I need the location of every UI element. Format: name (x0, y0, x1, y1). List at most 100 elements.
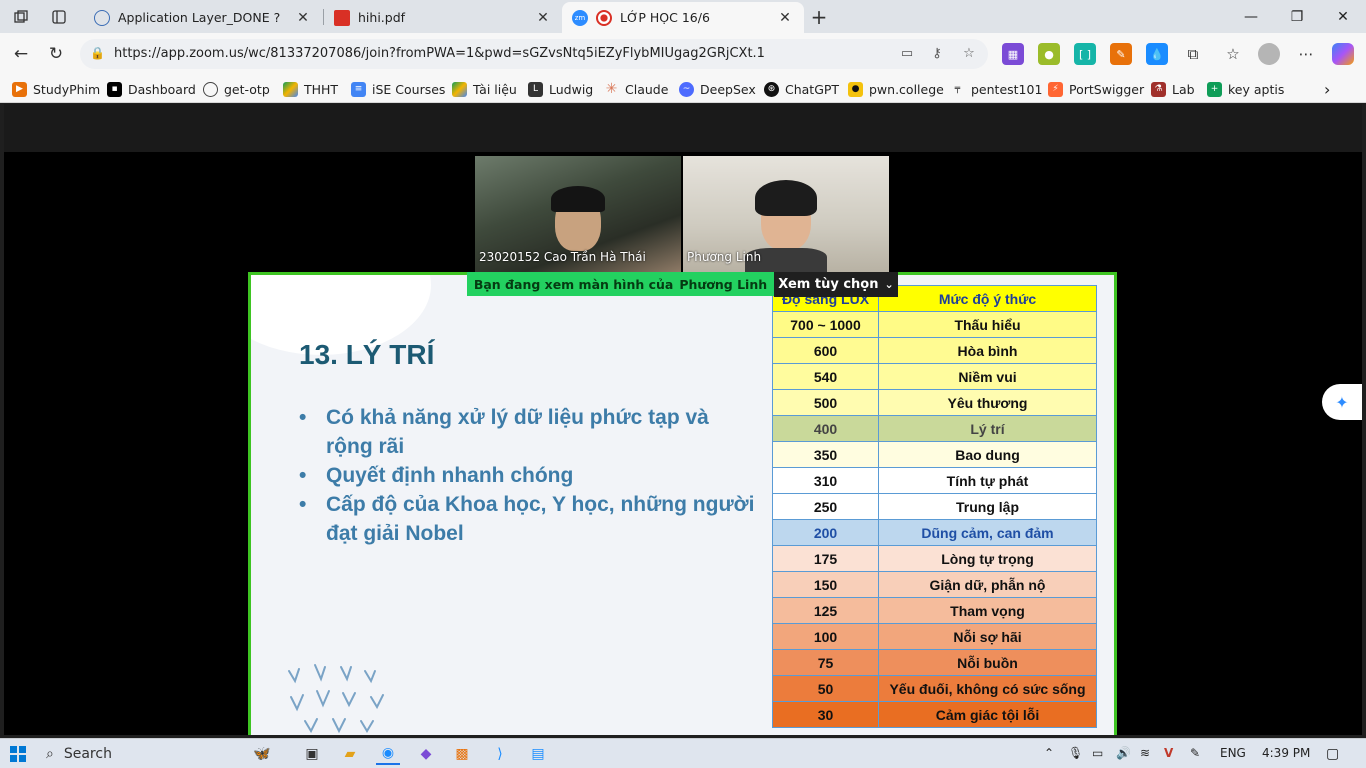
close-icon[interactable]: ✕ (534, 10, 552, 26)
clock-time[interactable]: 4:39 PM (1262, 746, 1310, 760)
more-menu-icon[interactable]: ⋯ (1295, 43, 1317, 65)
lux-value-cell: 400 (772, 415, 879, 442)
extension-game-icon[interactable]: ● (1038, 43, 1060, 65)
bookmark-pentest101[interactable]: ╤ pentest101 (950, 79, 1043, 99)
profile-avatar[interactable] (1258, 43, 1280, 65)
consciousness-level-cell: Cảm giác tội lỗi (878, 701, 1097, 728)
wifi-icon[interactable]: ≋ (1140, 746, 1150, 760)
bookmark-ise-courses[interactable]: ≡ iSE Courses (351, 79, 445, 99)
extensions-icon[interactable]: ⧉ (1182, 43, 1204, 65)
bookmark-thht[interactable]: THHT (283, 79, 338, 99)
search-label: Search (63, 746, 112, 762)
bookmarks-more-chevron-icon[interactable]: › (1324, 79, 1330, 99)
consciousness-level-cell: Lòng tự trọng (878, 545, 1097, 572)
pentest-icon: ╤ (954, 84, 961, 94)
windows-start-icon[interactable] (6, 743, 30, 765)
zoom-meeting-area: 23020152 Cao Trần Hà Thái Phương Linh 13… (4, 104, 1362, 735)
refresh-icon[interactable]: ↻ (43, 41, 69, 67)
close-icon[interactable]: ✕ (776, 10, 794, 26)
new-tab-icon[interactable]: + (808, 5, 830, 29)
tab-title: hihi.pdf (358, 10, 406, 25)
url-text[interactable]: https://app.zoom.us/wc/81337207086/join?… (114, 46, 765, 61)
bookmark-claude[interactable]: ✳ Claude (604, 79, 669, 99)
taskbar-search[interactable]: ⌕ Search (46, 743, 246, 765)
restore-button[interactable]: ❐ (1274, 0, 1320, 33)
bookmark-ludwig[interactable]: L Ludwig (528, 79, 593, 99)
language-indicator[interactable]: ENG (1220, 746, 1246, 760)
tab-lop-hoc[interactable]: zm LỚP HỌC 16/6 ✕ (562, 2, 804, 33)
bookmark-pwn-college[interactable]: ● pwn.college (848, 79, 944, 99)
bookmark-dashboard[interactable]: ▪ Dashboard (107, 79, 196, 99)
tab-application-layer[interactable]: Application Layer_DONE ? ✕ (84, 2, 322, 33)
table-row: 700 ~ 1000 Thấu hiểu (772, 311, 1097, 338)
notepad-icon[interactable]: ▤ (526, 743, 550, 765)
volume-icon[interactable]: 🔊 (1116, 746, 1131, 760)
claude-icon: ✳ (605, 81, 618, 97)
view-options-button[interactable]: Xem tùy chọn ⌄ (774, 272, 898, 297)
bookmark-studyphim[interactable]: ▶ StudyPhim (12, 79, 100, 99)
battery-icon[interactable]: ▭ (1092, 746, 1103, 760)
key-icon[interactable]: ⚷ (928, 46, 946, 64)
windows-taskbar: ⌕ Search 🦋 ▣ ▰ ◉ ◆ ▩ ⟩ ▤ ⌃ 🎙 ▭ 🔊 ≋ V ✎ E… (0, 738, 1366, 768)
site-info-icon[interactable]: 🔒 (90, 46, 106, 62)
butterfly-widget-icon[interactable]: 🦋 (250, 743, 274, 765)
vscode-icon[interactable]: ⟩ (488, 743, 512, 765)
task-view-icon[interactable]: ▣ (300, 743, 324, 765)
camera-icon[interactable]: ▭ (898, 46, 916, 64)
extension-bracket-icon[interactable]: [ ] (1074, 43, 1096, 65)
edge-icon[interactable]: ◉ (376, 743, 400, 765)
participant-video-tile[interactable]: Phương Linh (683, 156, 889, 272)
bookmark-portswigger[interactable]: ⚡ PortSwigger (1048, 79, 1144, 99)
lux-value-cell: 540 (772, 363, 879, 390)
docs-icon: ≡ (351, 81, 366, 97)
obsidian-icon[interactable]: ◆ (414, 743, 438, 765)
table-row: 600 Hòa bình (772, 337, 1097, 364)
bookmark-tai-lieu[interactable]: Tài liệu (452, 79, 517, 99)
antivirus-icon[interactable]: V (1164, 746, 1173, 760)
close-icon[interactable]: ✕ (294, 10, 312, 26)
minimize-button[interactable]: — (1228, 0, 1274, 33)
microphone-icon[interactable]: 🎙 (1068, 746, 1083, 760)
slide-bullet: Có khả năng xử lý dữ liệu phức tạp và rộ… (299, 403, 759, 461)
file-explorer-icon[interactable]: ▰ (338, 743, 362, 765)
address-bar[interactable]: 🔒 https://app.zoom.us/wc/81337207086/joi… (80, 39, 988, 69)
zoom-top-bar (4, 104, 1362, 152)
slide-grass-decoration (288, 664, 384, 734)
app-orange-icon[interactable]: ▩ (450, 743, 474, 765)
pen-icon[interactable]: ✎ (1190, 746, 1200, 760)
bookmark-label: Claude (625, 81, 669, 97)
chevron-up-icon[interactable]: ⌃ (1044, 746, 1054, 760)
browser-tab-bar: Application Layer_DONE ? ✕ hihi.pdf ✕ zm… (0, 0, 1366, 33)
table-row: 350 Bao dung (772, 441, 1097, 468)
extension-grid-icon[interactable]: ▦ (1002, 43, 1024, 65)
browser-toolbar: ← ↻ 🔒 https://app.zoom.us/wc/81337207086… (0, 33, 1366, 75)
copilot-icon[interactable] (1332, 43, 1354, 65)
recording-icon (596, 9, 612, 26)
extension-drop-icon[interactable]: 💧 (1146, 43, 1168, 65)
back-icon[interactable]: ← (8, 41, 34, 67)
consciousness-level-cell: Thấu hiểu (878, 311, 1097, 338)
bookmark-lab[interactable]: ⚗ Lab (1151, 79, 1195, 99)
consciousness-level-cell: Giận dữ, phẫn nộ (878, 571, 1097, 598)
screen-share-banner: Bạn đang xem màn hình của Phương Linh (467, 272, 774, 296)
extension-paint-icon[interactable]: ✎ (1110, 43, 1132, 65)
bookmark-label: pentest101 (971, 81, 1043, 97)
tab-actions-icon[interactable] (48, 6, 70, 28)
zoom-icon: zm (572, 9, 588, 26)
bookmark-key-aptis[interactable]: + key aptis (1207, 79, 1284, 99)
favorite-star-icon[interactable]: ☆ (960, 46, 978, 64)
lux-value-cell: 125 (772, 597, 879, 624)
table-row: 250 Trung lập (772, 493, 1097, 520)
participant-video-tile[interactable]: 23020152 Cao Trần Hà Thái (475, 156, 681, 272)
bookmark-deepsex[interactable]: ~ DeepSex (679, 79, 756, 99)
sparkle-assistant-icon[interactable]: ✦ (1322, 384, 1362, 420)
notifications-icon[interactable]: ▢ (1326, 746, 1339, 762)
favorites-icon[interactable]: ☆ (1222, 43, 1244, 65)
bookmark-chatgpt[interactable]: ⊛ ChatGPT (764, 79, 839, 99)
close-window-button[interactable]: ✕ (1320, 0, 1366, 33)
bookmark-get-otp[interactable]: get-otp (203, 79, 270, 99)
bookmark-label: Dashboard (128, 81, 196, 97)
tab-hihi-pdf[interactable]: hihi.pdf ✕ (324, 2, 562, 33)
workspaces-icon[interactable] (10, 6, 32, 28)
shared-screen: 13. LÝ TRÍ Có khả năng xử lý dữ liệu phứ… (248, 272, 1117, 735)
